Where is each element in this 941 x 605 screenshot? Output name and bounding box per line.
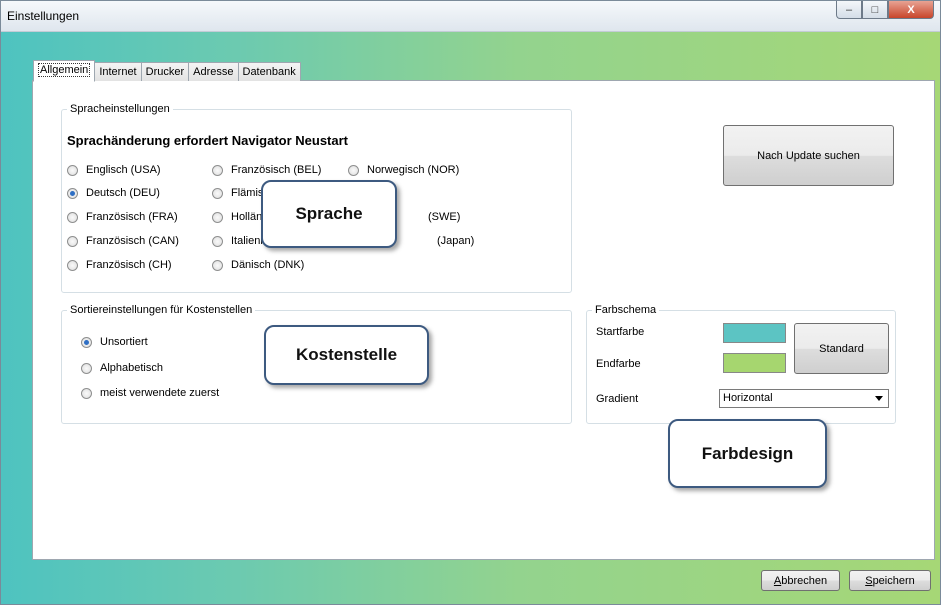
color-scheme-group-label: Farbschema: [595, 304, 657, 316]
radio-franzoesisch-can[interactable]: Französisch (CAN): [67, 235, 179, 247]
radio-meist-verwendete[interactable]: meist verwendete zuerst: [81, 387, 219, 399]
radio-deutsch-deu[interactable]: Deutsch (DEU): [67, 187, 160, 199]
radio-circle: [212, 211, 223, 223]
window-title: Einstellungen: [7, 9, 80, 23]
radio-circle: [67, 235, 78, 247]
radio-circle: [212, 259, 223, 271]
radio-daenisch-dnk[interactable]: Dänisch (DNK): [212, 259, 304, 271]
radio-circle: [212, 235, 223, 247]
radio-circle-selected: [67, 187, 78, 199]
radio-unsortiert[interactable]: Unsortiert: [81, 336, 148, 348]
minimize-icon: –: [845, 3, 853, 16]
tab-adresse[interactable]: Adresse: [188, 62, 239, 81]
radio-circle: [81, 362, 92, 374]
start-color-label: Startfarbe: [596, 326, 645, 338]
settings-window: Einstellungen – □ X Allgemein Internet D…: [0, 0, 941, 605]
radio-englisch-usa[interactable]: Englisch (USA): [67, 164, 161, 176]
radio-franzoesisch-ch[interactable]: Französisch (CH): [67, 259, 172, 271]
tab-drucker[interactable]: Drucker: [140, 62, 190, 81]
callout-sprache: Sprache: [261, 180, 397, 248]
maximize-button[interactable]: □: [862, 1, 888, 19]
save-button[interactable]: Speichern: [849, 570, 931, 591]
radio-circle: [67, 211, 78, 223]
standard-button[interactable]: Standard: [794, 323, 889, 374]
radio-alphabetisch[interactable]: Alphabetisch: [81, 362, 163, 374]
check-update-button[interactable]: Nach Update suchen: [723, 125, 894, 186]
radio-circle: [67, 259, 78, 271]
gradient-select[interactable]: Horizontal: [719, 389, 889, 408]
radio-franzoesisch-fra[interactable]: Französisch (FRA): [67, 211, 178, 223]
maximize-icon: □: [871, 3, 879, 16]
tab-panel-allgemein: Spracheinstellungen Sprachänderung erfor…: [32, 80, 935, 560]
cancel-button[interactable]: Abbrechen: [761, 570, 840, 591]
callout-kostenstelle: Kostenstelle: [264, 325, 429, 385]
restart-notice: Sprachänderung erfordert Navigator Neust…: [67, 133, 349, 148]
callout-farbdesign: Farbdesign: [668, 419, 827, 488]
tab-internet[interactable]: Internet: [94, 62, 142, 81]
cost-center-group-label: Sortiereinstellungen für Kostenstellen: [70, 304, 253, 316]
minimize-button[interactable]: –: [836, 1, 862, 19]
close-icon: X: [907, 3, 915, 16]
tab-datenbank[interactable]: Datenbank: [237, 62, 301, 81]
tab-allgemein[interactable]: Allgemein: [33, 60, 96, 82]
radio-swe[interactable]: (SWE): [428, 211, 460, 223]
language-group-label: Spracheinstellungen: [70, 103, 170, 115]
radio-circle: [212, 164, 223, 176]
end-color-swatch[interactable]: [723, 353, 786, 373]
end-color-label: Endfarbe: [596, 358, 641, 370]
radio-circle: [67, 164, 78, 176]
title-bar: Einstellungen – □ X: [1, 1, 940, 32]
window-controls: – □ X: [836, 1, 934, 19]
close-button[interactable]: X: [888, 1, 934, 19]
radio-norwegisch-nor[interactable]: Norwegisch (NOR): [348, 164, 459, 176]
tab-bar: Allgemein Internet Drucker Adresse Daten…: [33, 60, 301, 82]
start-color-swatch[interactable]: [723, 323, 786, 343]
radio-franzoesisch-bel[interactable]: Französisch (BEL): [212, 164, 321, 176]
radio-circle-selected: [81, 336, 92, 348]
chevron-down-icon: [875, 396, 883, 401]
radio-circle: [81, 387, 92, 399]
gradient-label: Gradient: [596, 393, 639, 405]
radio-circle: [348, 164, 359, 176]
radio-circle: [212, 187, 223, 199]
